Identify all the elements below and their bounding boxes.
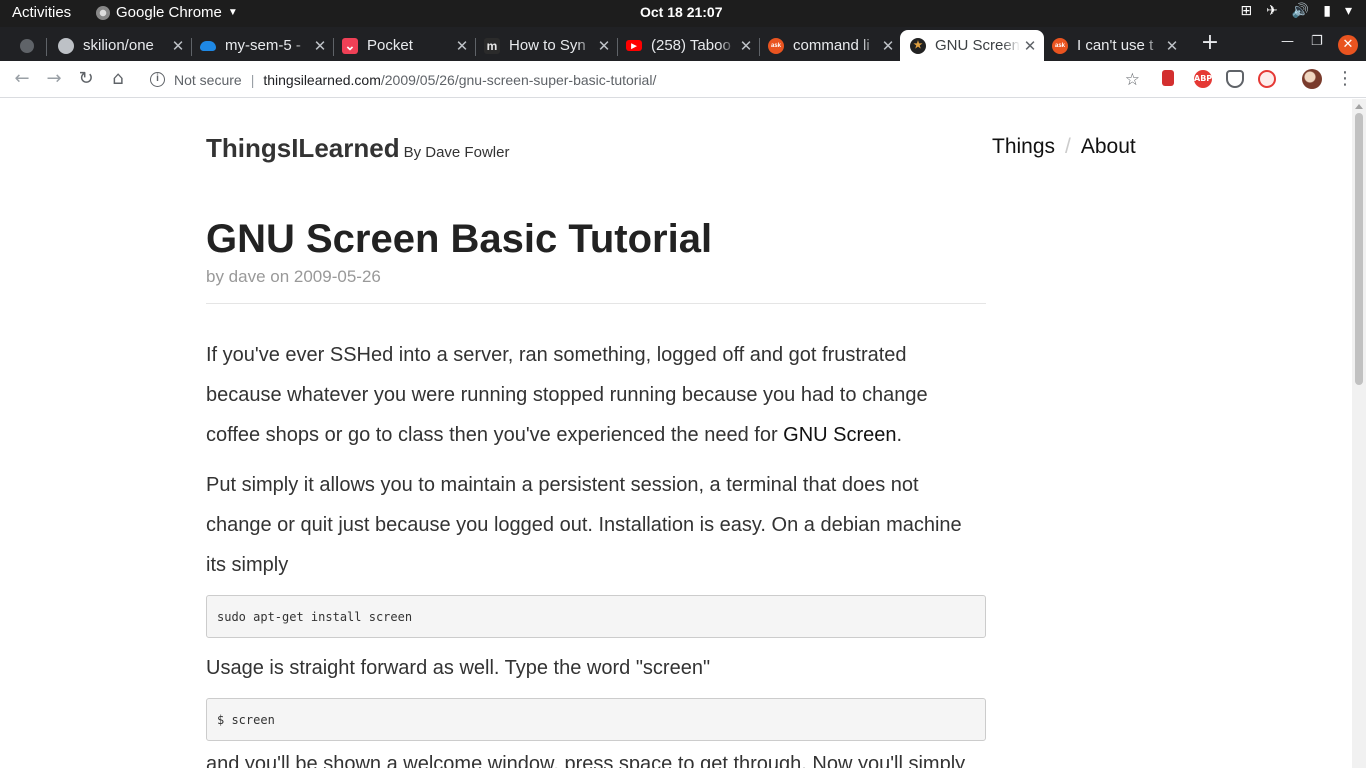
tab-8[interactable]: ask I can't use t ✕	[1042, 30, 1186, 61]
pinned-tab-icon	[20, 38, 34, 53]
code-block-run: $ screen	[206, 698, 986, 741]
tab-title: How to Syn	[509, 37, 586, 54]
site-header: ThingsILearned By Dave Fowler	[206, 133, 509, 164]
close-tab-icon[interactable]: ✕	[1162, 37, 1182, 55]
reload-icon[interactable]: ↻	[74, 67, 98, 91]
scroll-up-icon[interactable]	[1355, 104, 1363, 109]
paragraph-usage: Usage is straight forward as well. Type …	[206, 657, 711, 679]
pocket-ext-icon[interactable]	[1226, 70, 1244, 88]
app-menu-label: Google Chrome	[116, 4, 222, 21]
tab-title: I can't use t	[1077, 37, 1154, 54]
site-info-icon[interactable]: i	[150, 72, 165, 87]
askubuntu-icon: ask	[1052, 37, 1068, 54]
close-tab-icon[interactable]: ✕	[452, 37, 472, 55]
chevron-down-icon: ▼	[227, 7, 238, 18]
close-tab-icon[interactable]: ✕	[168, 37, 188, 55]
tab-7[interactable]: ★ GNU Screen ✕	[900, 30, 1044, 61]
airplane-mode-icon: ✈	[1266, 3, 1278, 19]
url-path: /2009/05/26/gnu-screen-super-basic-tutor…	[380, 71, 657, 88]
close-tab-icon[interactable]: ✕	[310, 37, 330, 55]
tab-divider	[46, 38, 47, 56]
code-block-install: sudo apt-get install screen	[206, 595, 986, 638]
close-window-button[interactable]: ✕	[1338, 35, 1358, 55]
tab-title: Pocket	[367, 37, 413, 54]
tab-2[interactable]: my-sem-5 - ✕	[190, 30, 334, 61]
cycle-ext-icon[interactable]	[1258, 70, 1276, 88]
tab-title: my-sem-5 -	[225, 37, 301, 54]
bookmark-ext-icon[interactable]	[1162, 70, 1174, 86]
adblock-ext-icon[interactable]: ABP	[1194, 70, 1212, 88]
site-nav: Things / About	[992, 135, 1136, 159]
scrollbar-thumb[interactable]	[1355, 113, 1363, 385]
chrome-menu-icon[interactable]: ⋮	[1336, 68, 1354, 89]
app-menu[interactable]: Google Chrome ▼	[96, 4, 238, 21]
nav-link-things[interactable]: Things	[992, 135, 1055, 158]
paragraph-intro: If you've ever SSHed into a server, ran …	[206, 335, 986, 455]
m-icon: m	[484, 37, 500, 54]
chrome-icon	[96, 5, 110, 20]
nav-link-about[interactable]: About	[1081, 135, 1136, 158]
site-name-link[interactable]: ThingsILearned	[206, 133, 400, 163]
close-tab-icon[interactable]: ✕	[594, 37, 614, 55]
paragraph-intro-end: .	[896, 424, 903, 446]
network-icon: ⊞	[1240, 3, 1253, 19]
site-favicon-icon: ★	[910, 37, 926, 54]
web-page: ThingsILearned By Dave Fowler Things / Abou…	[0, 99, 1352, 768]
back-icon[interactable]: ←	[10, 67, 34, 91]
bookmark-star-icon[interactable]: ☆	[1125, 70, 1140, 90]
tab-pinned[interactable]	[14, 30, 40, 61]
close-tab-icon[interactable]: ✕	[1020, 37, 1040, 55]
clock[interactable]: Oct 18 21:07	[640, 4, 723, 20]
forward-icon[interactable]: →	[42, 67, 66, 91]
system-top-bar: Activities Google Chrome ▼ Oct 18 21:07 …	[0, 0, 1366, 27]
close-tab-icon[interactable]: ✕	[878, 37, 898, 55]
post-meta: by dave on 2009-05-26	[206, 267, 381, 286]
omnibox-separator: |	[250, 71, 255, 88]
address-bar[interactable]: i Not secure | thingsilearned.com/2009/0…	[140, 65, 1152, 94]
paragraph-description: Put simply it allows you to maintain a p…	[206, 474, 962, 576]
page-scrollbar[interactable]	[1352, 99, 1366, 768]
askubuntu-icon: ask	[768, 37, 784, 54]
pocket-icon: ⌄	[342, 37, 358, 54]
maximize-icon[interactable]: ❐	[1311, 34, 1323, 49]
tab-5[interactable]: ▶ (258) Taboo ✕	[616, 30, 760, 61]
tab-title: GNU Screen	[935, 37, 1020, 54]
profile-avatar[interactable]	[1302, 69, 1322, 89]
tab-3[interactable]: ⌄ Pocket ✕	[332, 30, 476, 61]
tab-title: command li	[793, 37, 870, 54]
home-icon[interactable]: ⌂	[106, 67, 130, 91]
activities-button[interactable]: Activities	[12, 4, 71, 21]
site-byline: By Dave Fowler	[403, 144, 510, 161]
tab-title: (258) Taboo	[651, 37, 731, 54]
not-secure-label: Not secure	[174, 71, 242, 88]
paragraph-welcome: and you'll be shown a welcome window, pr…	[206, 753, 966, 768]
tab-1[interactable]: skilion/one ✕	[48, 30, 192, 61]
gnu-screen-link[interactable]: GNU Screen	[783, 424, 896, 446]
new-tab-button[interactable]: +	[1198, 31, 1222, 55]
post-title: GNU Screen Basic Tutorial	[206, 217, 713, 261]
tab-title: skilion/one	[83, 37, 154, 54]
tab-4[interactable]: m How to Syn ✕	[474, 30, 618, 61]
chevron-down-icon: ▾	[1344, 3, 1352, 19]
volume-icon: 🔊	[1291, 3, 1310, 19]
onedrive-icon	[200, 40, 216, 51]
github-icon	[58, 37, 74, 54]
youtube-icon: ▶	[626, 40, 642, 51]
url-host: thingsilearned.com	[263, 71, 381, 88]
nav-divider: /	[1065, 135, 1071, 158]
tab-6[interactable]: ask command li ✕	[758, 30, 902, 61]
minimize-icon[interactable]: —	[1281, 34, 1294, 49]
close-tab-icon[interactable]: ✕	[736, 37, 756, 55]
divider	[206, 303, 986, 304]
battery-icon: ▮	[1323, 3, 1331, 19]
system-tray[interactable]: ⊞ ✈ 🔊 ▮ ▾	[1240, 3, 1352, 19]
